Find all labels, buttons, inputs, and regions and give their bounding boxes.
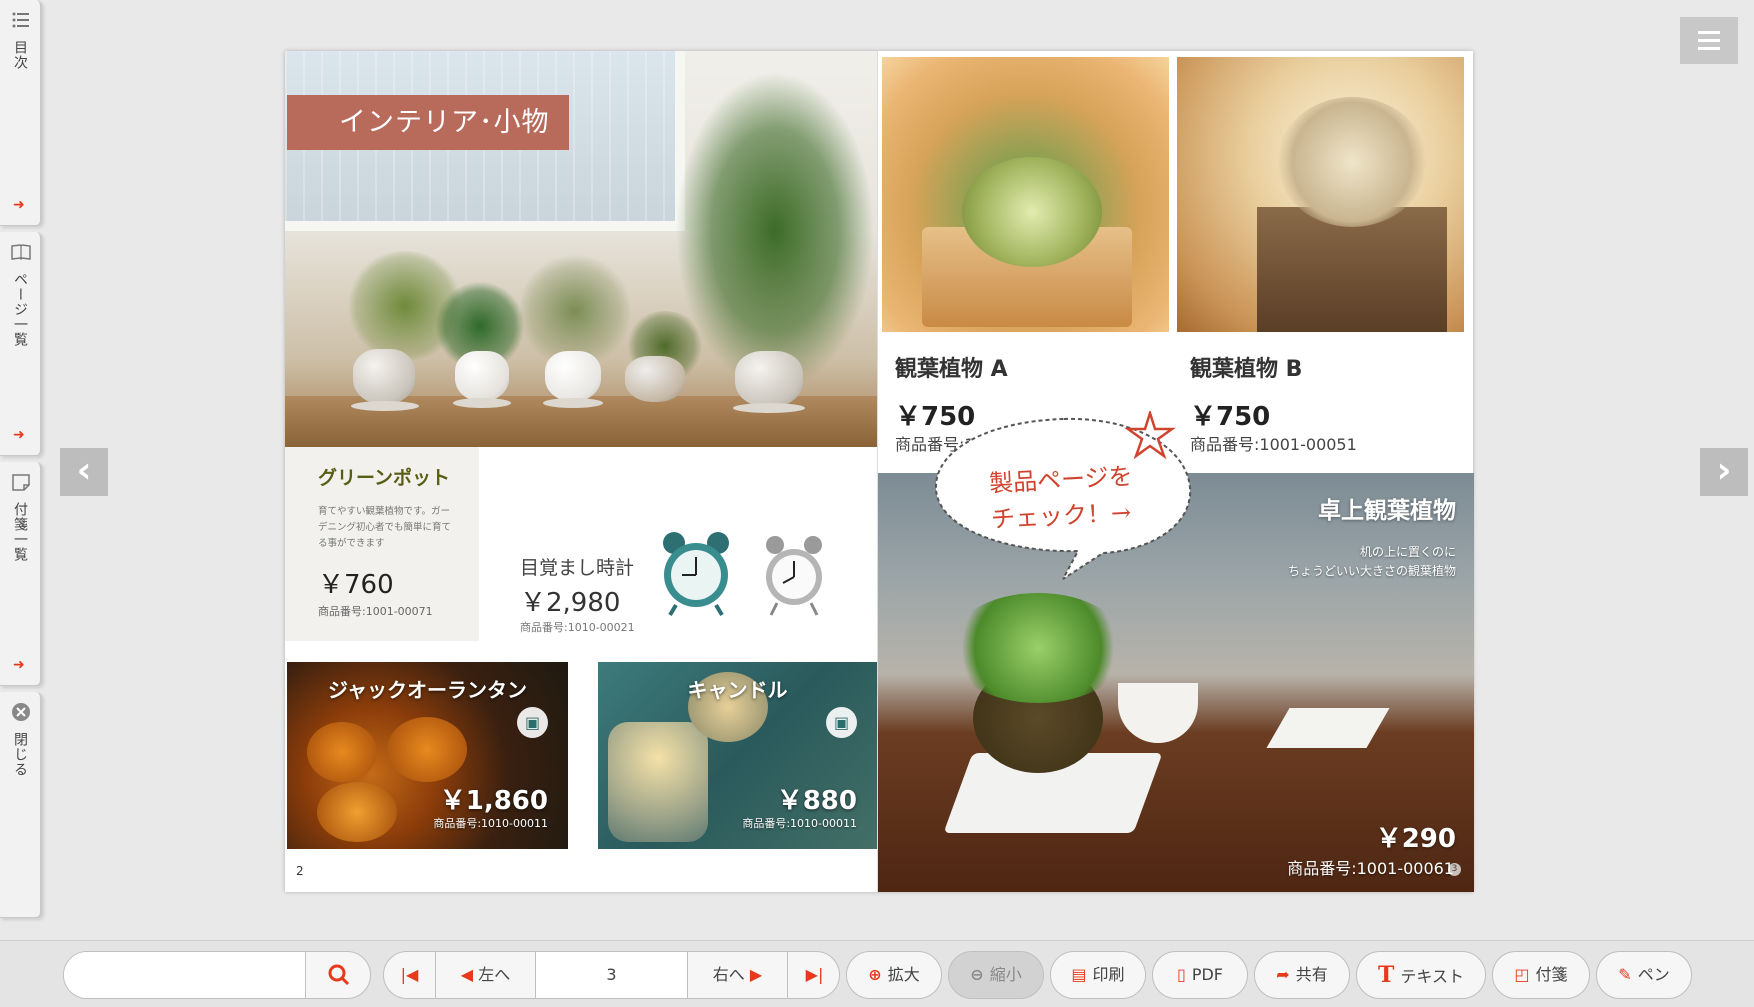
jack-price: ￥1,860 (439, 786, 548, 816)
image-icon[interactable]: ▣ (826, 707, 857, 738)
next-page-arrow[interactable]: › (1700, 448, 1748, 496)
plant-a-name: 観葉植物 A (895, 357, 1008, 382)
bottom-toolbar: |◀ ◀ 左へ 3 右へ ▶ ▶| ⊕ 拡大 ⊖ 縮小 ▤ 印刷 ▯ PDF ➦ 共有 T… (0, 940, 1754, 1007)
prev-page-button[interactable]: ◀ 左へ (436, 952, 536, 998)
printer-icon: ▤ (1071, 965, 1087, 984)
book-spread: インテリア･小物 グリーンポット 育てやすい観葉植物です。ガーデニング初心者でも… (285, 51, 1474, 892)
candle-title: キャンドル (687, 678, 788, 702)
list-icon (12, 12, 29, 28)
text-t-icon: T (1378, 962, 1395, 988)
candle-code: 商品番号:1010-00011 (742, 817, 857, 830)
clock-info[interactable]: 目覚まし時計 ￥2,980 商品番号:1010-00021 (520, 553, 635, 635)
search-icon (328, 964, 350, 986)
plant-b-price: ￥750 (1190, 402, 1271, 432)
plant-a-image[interactable] (882, 57, 1169, 332)
jack-o-lantern-card[interactable]: ジャックオーランタン ▣ ￥1,860 商品番号:1010-00011 (287, 662, 568, 849)
close-icon (12, 703, 30, 721)
sidebar-tab-toc[interactable]: 目次 ➜ (0, 0, 42, 226)
sticky-note-icon (12, 474, 30, 491)
arrow-right-icon: ➜ (13, 197, 25, 213)
text-button[interactable]: T テキスト (1356, 951, 1486, 999)
page-navigator: |◀ ◀ 左へ 3 右へ ▶ ▶| (383, 951, 840, 999)
triangle-left-icon: ◀ (460, 965, 474, 984)
first-page-icon: |◀ (400, 965, 419, 984)
green-pot-code: 商品番号:1001-00071 (318, 605, 433, 618)
page-number-input[interactable]: 3 (536, 952, 688, 998)
category-banner: インテリア･小物 (287, 95, 569, 150)
next-page-button[interactable]: 右へ ▶ (688, 952, 788, 998)
green-pot-title: グリーンポット (318, 467, 451, 489)
interior-hero-photo[interactable]: インテリア･小物 (285, 51, 877, 447)
pdf-button[interactable]: ▯ PDF (1152, 951, 1248, 999)
sidebar-tab-close-label: 閉じる (12, 732, 28, 777)
right-page: 観葉植物 A ￥750 商品番号:1001-00051 観葉植物 B ￥750 … (877, 51, 1474, 892)
desk-plant-description: 机の上に置くのに ちょうどいい大きさの観葉植物 (1287, 545, 1456, 578)
plant-b-code: 商品番号:1001-00051 (1190, 435, 1357, 454)
share-button[interactable]: ➦ 共有 (1254, 951, 1350, 999)
candle-price: ￥880 (776, 786, 857, 816)
zoom-out-button[interactable]: ⊖ 縮小 (948, 951, 1044, 999)
clock-code: 商品番号:1010-00021 (520, 621, 635, 634)
prev-page-arrow[interactable]: ‹ (60, 448, 108, 496)
zoom-in-button[interactable]: ⊕ 拡大 (846, 951, 942, 999)
search-group (63, 951, 371, 999)
desk-plant-title: 卓上観葉植物 (1318, 498, 1456, 524)
minus-circle-icon: ⊖ (970, 965, 984, 984)
search-button[interactable] (307, 952, 370, 998)
first-page-button[interactable]: |◀ (384, 952, 436, 998)
sidebar-tab-close[interactable]: 閉じる (0, 692, 42, 918)
hamburger-icon (1698, 31, 1720, 34)
last-page-icon: ▶| (805, 965, 824, 984)
pen-icon: ✎ (1618, 965, 1632, 984)
search-input[interactable] (64, 952, 306, 998)
sidebar-tab-notes[interactable]: 付箋一覧 ➜ (0, 462, 42, 686)
sticky-note-icon: ◰ (1514, 965, 1530, 984)
page-number-right: 3 (1448, 863, 1461, 876)
jack-code: 商品番号:1010-00011 (433, 817, 548, 830)
left-page: インテリア･小物 グリーンポット 育てやすい観葉植物です。ガーデニング初心者でも… (285, 51, 877, 892)
pdf-icon: ▯ (1177, 965, 1186, 984)
candle-card[interactable]: キャンドル ▣ ￥880 商品番号:1010-00011 (598, 662, 877, 849)
green-pot-description: 育てやすい観葉植物です。ガーデニング初心者でも簡単に育てる事ができます (318, 506, 452, 549)
menu-button[interactable] (1680, 17, 1738, 64)
sidebar-tab-notes-label: 付箋一覧 (12, 502, 28, 562)
print-button[interactable]: ▤ 印刷 (1050, 951, 1146, 999)
last-page-button[interactable]: ▶| (788, 952, 839, 998)
plus-circle-icon: ⊕ (868, 965, 882, 984)
arrow-right-icon: ➜ (13, 657, 25, 673)
bubble-text: 製品ページを チェック！→ (988, 462, 1134, 534)
jack-title: ジャックオーランタン (328, 678, 527, 702)
triangle-right-icon: ▶ (749, 965, 763, 984)
book-icon (11, 244, 31, 261)
clock-price: ￥2,980 (520, 588, 621, 618)
pen-button[interactable]: ✎ ペン (1596, 951, 1692, 999)
desk-plant-code: 商品番号:1001-00061 (1287, 859, 1454, 878)
green-pot-price: ￥760 (318, 570, 394, 600)
note-button[interactable]: ◰ 付箋 (1492, 951, 1590, 999)
share-arrow-icon: ➦ (1276, 965, 1290, 984)
plant-b-name: 観葉植物 B (1190, 357, 1303, 382)
sidebar-tab-pages-label: ページ一覧 (12, 272, 28, 347)
desk-plant-price: ￥290 (1375, 824, 1456, 854)
alarm-clock-silver-image[interactable] (763, 533, 825, 618)
sidebar-tab-toc-label: 目次 (12, 40, 28, 70)
green-pot-box[interactable]: グリーンポット 育てやすい観葉植物です。ガーデニング初心者でも簡単に育てる事がで… (285, 447, 479, 641)
plant-b-image[interactable] (1177, 57, 1464, 332)
sidebar-tab-pages[interactable]: ページ一覧 ➜ (0, 232, 42, 456)
page-number-left: 2 (296, 864, 304, 878)
image-icon[interactable]: ▣ (517, 707, 548, 738)
alarm-clock-teal-image[interactable] (660, 529, 732, 619)
clock-title: 目覚まし時計 (520, 557, 635, 579)
arrow-right-icon: ➜ (13, 427, 25, 443)
